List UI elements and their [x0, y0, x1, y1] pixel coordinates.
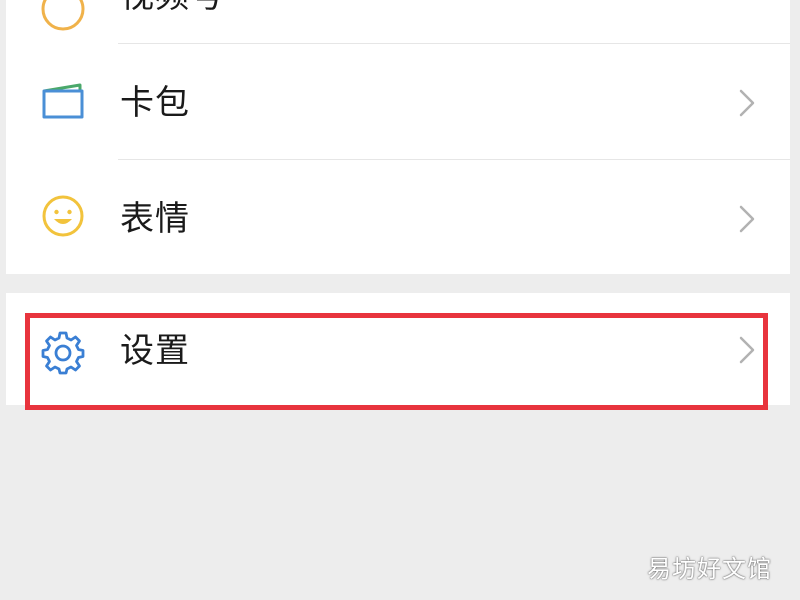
- emoji-icon: [42, 195, 84, 237]
- highlight-box: [25, 313, 768, 410]
- menu-item-label: 卡包: [120, 83, 190, 123]
- chevron-right-icon: [739, 89, 755, 117]
- menu-item-label: 视频号: [120, 0, 225, 16]
- channels-icon: [41, 0, 85, 31]
- me-screen: 视频号 卡包 表情: [0, 0, 800, 600]
- menu-item-wallet[interactable]: 卡包: [6, 44, 790, 159]
- menu-item-label: 表情: [120, 199, 190, 239]
- watermark: 易坊好文馆: [647, 555, 772, 583]
- menu-item-channels[interactable]: 视频号: [6, 0, 790, 35]
- menu-group: 视频号 卡包 表情: [6, 0, 790, 274]
- wallet-icon: [42, 83, 84, 119]
- menu-item-emoji[interactable]: 表情: [6, 160, 790, 275]
- chevron-right-icon: [739, 205, 755, 233]
